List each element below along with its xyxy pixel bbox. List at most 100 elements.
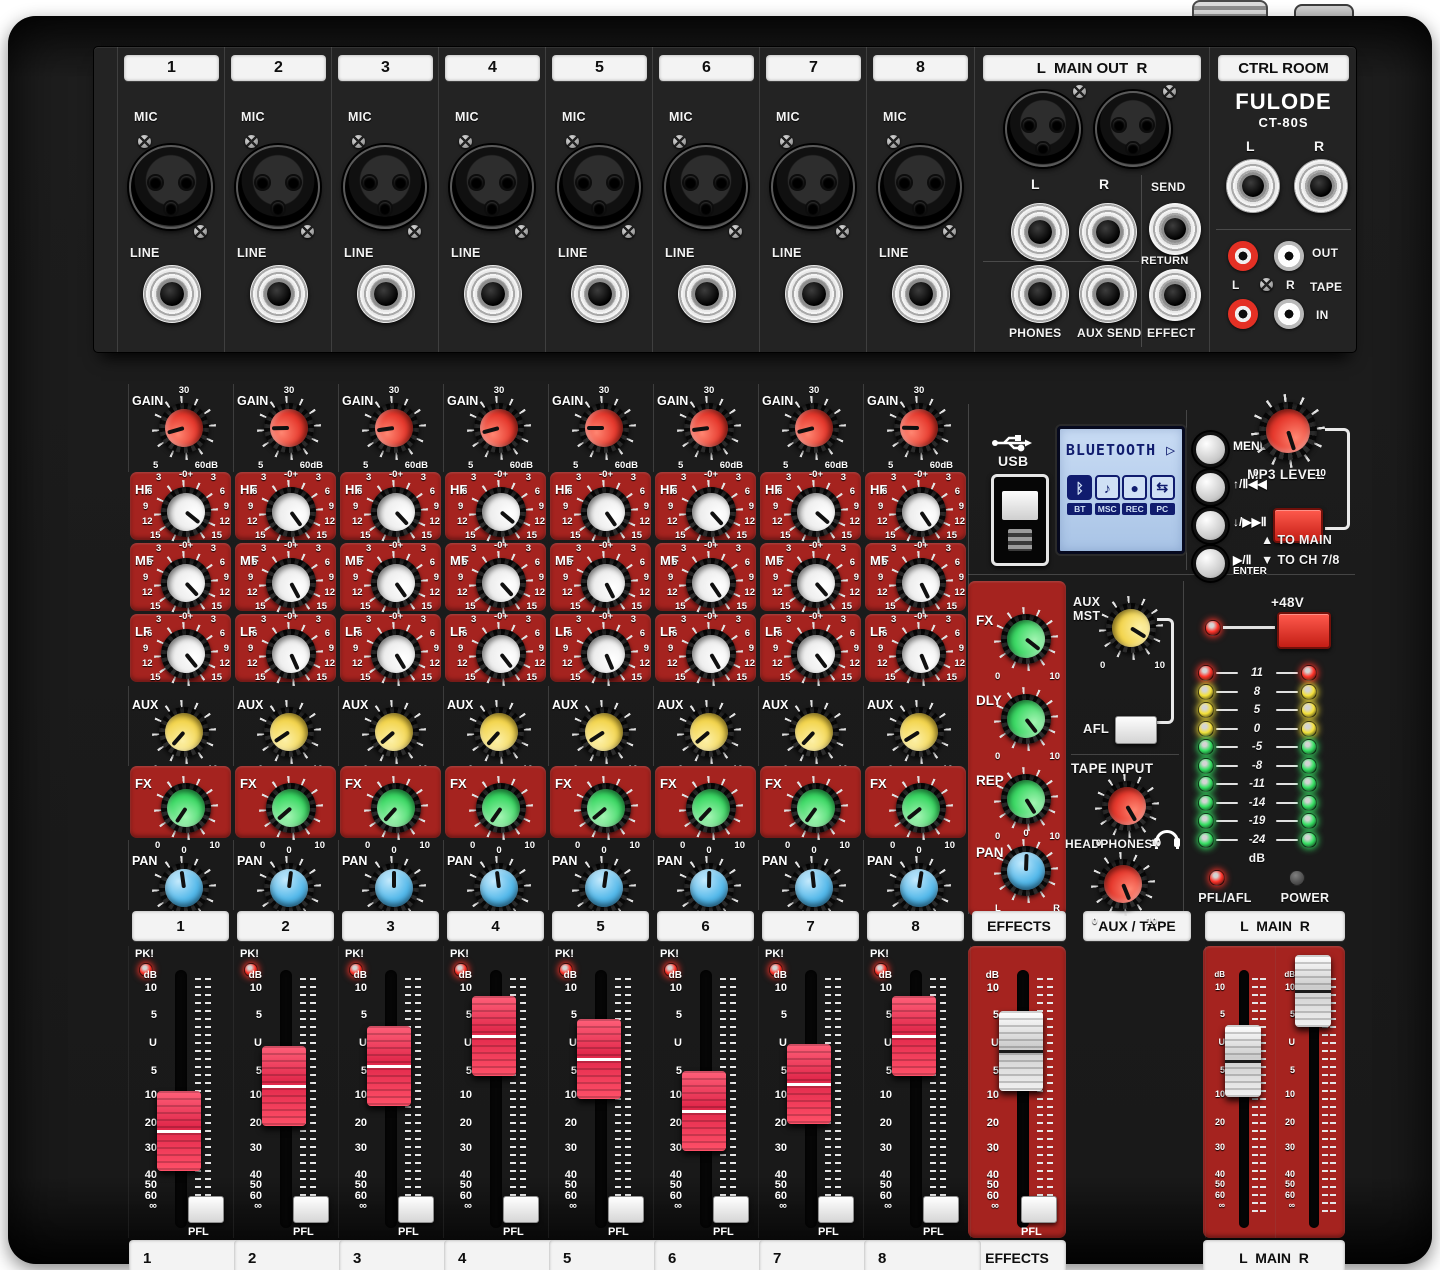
menu-button-1[interactable] bbox=[1193, 432, 1228, 467]
mic-xlr-jack[interactable] bbox=[664, 145, 748, 229]
hf-knob[interactable]: -0+33669912121515 bbox=[154, 480, 218, 544]
hf-knob[interactable]: -0+33669912121515 bbox=[679, 480, 743, 544]
phantom-button[interactable] bbox=[1277, 612, 1331, 649]
lf-knob[interactable]: -0+33669912121515 bbox=[154, 622, 218, 686]
pfl-button[interactable] bbox=[1021, 1196, 1057, 1223]
fx-knob[interactable]: 010 bbox=[154, 776, 218, 840]
line-jack[interactable] bbox=[571, 265, 629, 323]
fx-knob[interactable]: 010 bbox=[259, 776, 323, 840]
mf-knob[interactable]: -0+33669912121515 bbox=[469, 551, 533, 615]
channel-6-fader[interactable] bbox=[682, 1071, 726, 1151]
fx-knob[interactable]: 010 bbox=[574, 776, 638, 840]
mic-xlr-jack[interactable] bbox=[236, 145, 320, 229]
line-jack[interactable] bbox=[143, 265, 201, 323]
send-jack[interactable] bbox=[1149, 203, 1201, 255]
hf-knob[interactable]: -0+33669912121515 bbox=[889, 480, 953, 544]
headphones-knob[interactable]: 010 bbox=[1091, 852, 1155, 916]
phones-jack[interactable] bbox=[1011, 265, 1069, 323]
line-jack[interactable] bbox=[785, 265, 843, 323]
pfl-button[interactable] bbox=[503, 1196, 539, 1223]
pfl-button[interactable] bbox=[398, 1196, 434, 1223]
line-jack[interactable] bbox=[678, 265, 736, 323]
pfl-button[interactable] bbox=[188, 1196, 224, 1223]
channel-1-fader[interactable] bbox=[157, 1091, 201, 1171]
effect-return-jack[interactable] bbox=[1149, 269, 1201, 321]
channel-4-fader[interactable] bbox=[472, 996, 516, 1076]
tape-out-l-rca[interactable] bbox=[1228, 241, 1258, 271]
mf-knob[interactable]: -0+33669912121515 bbox=[574, 551, 638, 615]
menu-button-2[interactable] bbox=[1193, 470, 1228, 505]
channel-2-fader[interactable] bbox=[262, 1046, 306, 1126]
hf-knob[interactable]: -0+33669912121515 bbox=[469, 480, 533, 544]
mic-xlr-jack[interactable] bbox=[343, 145, 427, 229]
aux-knob[interactable]: 010 bbox=[362, 700, 426, 764]
line-jack[interactable] bbox=[357, 265, 415, 323]
main-l-fader[interactable] bbox=[1225, 1025, 1261, 1097]
gain-knob[interactable]: 30560dB bbox=[467, 396, 531, 460]
lf-knob[interactable]: -0+33669912121515 bbox=[889, 622, 953, 686]
aux-knob[interactable]: 010 bbox=[467, 700, 531, 764]
menu-button-4[interactable] bbox=[1193, 546, 1228, 581]
channel-3-fader[interactable] bbox=[367, 1026, 411, 1106]
tape-in-l-rca[interactable] bbox=[1228, 299, 1258, 329]
ctrl-room-l-jack[interactable] bbox=[1226, 159, 1280, 213]
channel-7-fader[interactable] bbox=[787, 1044, 831, 1124]
gain-knob[interactable]: 30560dB bbox=[257, 396, 321, 460]
mp3-level-knob[interactable]: 010 bbox=[1251, 394, 1325, 468]
fx-knob[interactable]: 010 bbox=[679, 776, 743, 840]
pfl-button[interactable] bbox=[713, 1196, 749, 1223]
gain-knob[interactable]: 30560dB bbox=[362, 396, 426, 460]
effects-rep-knob[interactable]: 010 bbox=[994, 767, 1058, 831]
channel-5-fader[interactable] bbox=[577, 1019, 621, 1099]
aux-knob[interactable]: 010 bbox=[257, 700, 321, 764]
mf-knob[interactable]: -0+33669912121515 bbox=[154, 551, 218, 615]
pfl-button[interactable] bbox=[923, 1196, 959, 1223]
effects-fx-knob[interactable]: 010 bbox=[994, 607, 1058, 671]
mic-xlr-jack[interactable] bbox=[557, 145, 641, 229]
tape-out-r-rca[interactable] bbox=[1274, 241, 1304, 271]
aux-send-jack[interactable] bbox=[1079, 265, 1137, 323]
main-r-jack[interactable] bbox=[1079, 203, 1137, 261]
aux-knob[interactable]: 010 bbox=[782, 700, 846, 764]
mic-xlr-jack[interactable] bbox=[129, 145, 213, 229]
lf-knob[interactable]: -0+33669912121515 bbox=[679, 622, 743, 686]
tape-input-knob[interactable]: 010 bbox=[1095, 774, 1159, 838]
lf-knob[interactable]: -0+33669912121515 bbox=[574, 622, 638, 686]
mic-xlr-jack[interactable] bbox=[450, 145, 534, 229]
fx-knob[interactable]: 010 bbox=[364, 776, 428, 840]
gain-knob[interactable]: 30560dB bbox=[887, 396, 951, 460]
aux-knob[interactable]: 010 bbox=[152, 700, 216, 764]
fx-knob[interactable]: 010 bbox=[889, 776, 953, 840]
gain-knob[interactable]: 30560dB bbox=[782, 396, 846, 460]
lf-knob[interactable]: -0+33669912121515 bbox=[259, 622, 323, 686]
main-l-jack[interactable] bbox=[1011, 203, 1069, 261]
pfl-button[interactable] bbox=[608, 1196, 644, 1223]
gain-knob[interactable]: 30560dB bbox=[152, 396, 216, 460]
channel-8-fader[interactable] bbox=[892, 996, 936, 1076]
aux-knob[interactable]: 010 bbox=[677, 700, 741, 764]
aux-knob[interactable]: 010 bbox=[572, 700, 636, 764]
line-jack[interactable] bbox=[464, 265, 522, 323]
hf-knob[interactable]: -0+33669912121515 bbox=[784, 480, 848, 544]
main-out-xlr-l[interactable] bbox=[1005, 91, 1081, 167]
mf-knob[interactable]: -0+33669912121515 bbox=[889, 551, 953, 615]
usb-port[interactable] bbox=[991, 474, 1049, 566]
aux-knob[interactable]: 010 bbox=[887, 700, 951, 764]
gain-knob[interactable]: 30560dB bbox=[677, 396, 741, 460]
fx-knob[interactable]: 010 bbox=[469, 776, 533, 840]
hf-knob[interactable]: -0+33669912121515 bbox=[259, 480, 323, 544]
menu-button-3[interactable] bbox=[1193, 508, 1228, 543]
aux-mst-knob[interactable]: 010 bbox=[1099, 596, 1163, 660]
hf-knob[interactable]: -0+33669912121515 bbox=[364, 480, 428, 544]
lf-knob[interactable]: -0+33669912121515 bbox=[364, 622, 428, 686]
mic-xlr-jack[interactable] bbox=[771, 145, 855, 229]
mf-knob[interactable]: -0+33669912121515 bbox=[364, 551, 428, 615]
line-jack[interactable] bbox=[892, 265, 950, 323]
lf-knob[interactable]: -0+33669912121515 bbox=[784, 622, 848, 686]
effects-fader[interactable] bbox=[999, 1011, 1043, 1091]
line-jack[interactable] bbox=[250, 265, 308, 323]
effects-pan-knob[interactable]: 0LR bbox=[994, 839, 1058, 903]
lf-knob[interactable]: -0+33669912121515 bbox=[469, 622, 533, 686]
effects-dly-knob[interactable]: 010 bbox=[994, 687, 1058, 751]
mf-knob[interactable]: -0+33669912121515 bbox=[679, 551, 743, 615]
